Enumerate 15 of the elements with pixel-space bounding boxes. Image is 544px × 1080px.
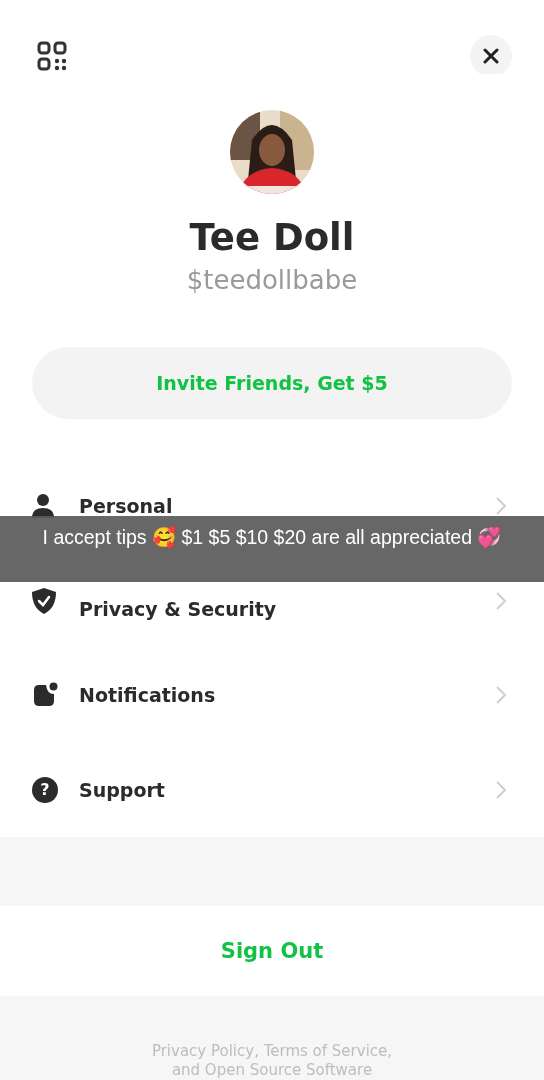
qr-code-icon[interactable] — [37, 41, 67, 71]
chevron-icon — [496, 497, 506, 516]
menu-item[interactable]: ? Support — [0, 742, 544, 837]
caption-overlay: I accept tips 🥰 $1 $5 $10 $20 are all appreciated 💞 — [0, 516, 544, 582]
shield-check-icon — [32, 587, 56, 614]
profile-name: Tee Doll — [189, 216, 355, 259]
close-icon — [483, 48, 499, 64]
menu-item[interactable]: Notifications — [0, 648, 544, 743]
help-icon: ? — [32, 776, 58, 803]
chevron-icon — [496, 591, 506, 610]
close-button[interactable] — [470, 35, 512, 77]
chevron-icon — [496, 686, 506, 705]
cashtag: $teedollbabe — [186, 265, 358, 295]
chevron-icon — [496, 780, 506, 799]
notification-icon — [32, 682, 58, 709]
